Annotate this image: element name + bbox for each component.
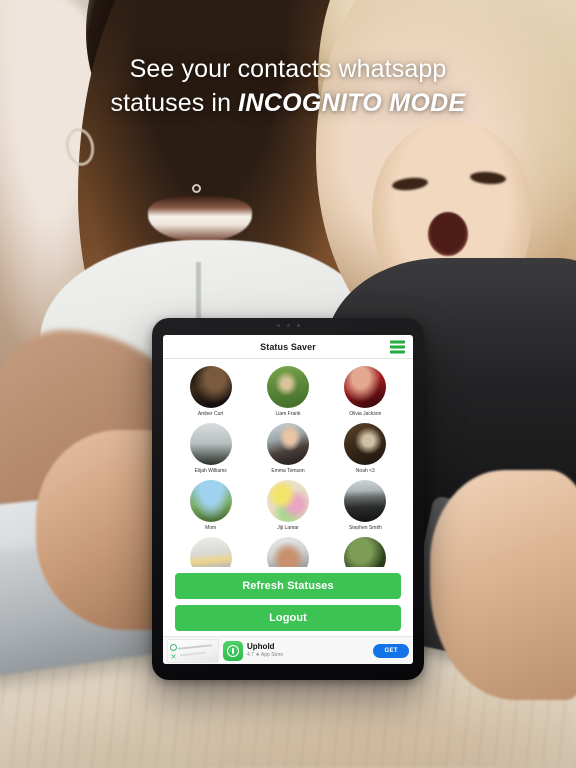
contact-item[interactable]: Emma Tomson	[254, 423, 321, 475]
uphold-app-icon	[223, 640, 243, 661]
tablet-device: Status Saver Amber Curt Liam Frank Olivi…	[152, 318, 424, 680]
ad-get-button[interactable]: GET	[373, 643, 409, 658]
action-buttons: Refresh Statuses Logout	[163, 567, 413, 636]
chart-circle-icon	[170, 643, 177, 651]
contact-avatar	[266, 537, 309, 567]
contact-avatar	[344, 480, 387, 522]
marketing-headline: See your contacts whatsapp statuses in I…	[0, 52, 576, 120]
hamburger-bar	[390, 345, 405, 348]
contact-avatar	[266, 366, 309, 408]
contact-name: Amber Curt	[197, 411, 224, 417]
contact-item[interactable]	[254, 537, 321, 567]
sensor-dot	[286, 324, 290, 327]
contact-item[interactable]	[177, 537, 244, 567]
contact-name: Olivia Jackson	[349, 411, 382, 417]
chart-line	[179, 651, 207, 656]
contacts-grid: Amber Curt Liam Frank Olivia Jackson Eli…	[177, 366, 399, 567]
contact-name: Liam Frank	[275, 411, 301, 417]
contact-avatar	[266, 423, 309, 465]
hamburger-menu-icon[interactable]	[390, 340, 405, 353]
contact-avatar	[266, 480, 309, 522]
contact-avatar	[344, 537, 387, 567]
app-title: Status Saver	[260, 341, 316, 352]
headline-line-1: See your contacts whatsapp	[129, 55, 447, 83]
hamburger-bar	[390, 350, 405, 353]
contact-avatar	[189, 480, 232, 522]
contacts-list[interactable]: Amber Curt Liam Frank Olivia Jackson Eli…	[163, 359, 413, 567]
refresh-statuses-button[interactable]: Refresh Statuses	[175, 573, 401, 599]
app-store-ad-banner[interactable]: ✕ Uphold 4.7 ★ App Store GET	[163, 636, 413, 664]
ad-app-rating: 4.7 ★ App Store	[247, 651, 284, 658]
contact-name: Stephen Smith	[348, 525, 382, 531]
contact-avatar	[189, 366, 232, 408]
ad-app-title: Uphold	[247, 642, 275, 652]
contact-name: Emma Tomson	[271, 468, 305, 474]
uphold-logo-glyph	[227, 644, 239, 657]
contact-avatar	[344, 423, 387, 465]
chart-x-icon: ✕	[170, 653, 177, 661]
contact-item[interactable]	[332, 537, 399, 567]
contact-name: Jiji Lamar	[277, 525, 299, 531]
contact-item[interactable]: Olivia Jackson	[332, 366, 399, 418]
contact-item[interactable]: Stephen Smith	[332, 480, 399, 532]
app-screen: Status Saver Amber Curt Liam Frank Olivi…	[163, 335, 413, 664]
contact-item[interactable]: Jiji Lamar	[254, 480, 321, 532]
headline-line-2-plain: statuses in	[110, 89, 239, 117]
nose-ring	[192, 184, 201, 193]
contact-avatar	[189, 537, 232, 567]
camera-lens-icon	[296, 324, 300, 327]
ad-text-block: Uphold 4.7 ★ App Store	[247, 642, 369, 658]
contact-item[interactable]: Mom	[177, 480, 244, 532]
logout-button[interactable]: Logout	[175, 605, 401, 631]
contact-item[interactable]: Amber Curt	[177, 366, 244, 418]
chart-line	[177, 643, 213, 650]
ad-screenshot-thumbnail: ✕	[167, 638, 219, 663]
contact-name: Elijah Williams	[194, 468, 227, 474]
headline-line-2-emphasis: INCOGNITO MODE	[238, 89, 466, 117]
hamburger-bar	[390, 340, 405, 343]
tablet-camera-row	[152, 324, 424, 327]
sensor-dot	[276, 324, 280, 327]
contact-name: Noah <3	[355, 468, 375, 474]
contact-avatar	[344, 366, 387, 408]
app-header: Status Saver	[163, 335, 413, 359]
contact-name: Mom	[205, 525, 217, 531]
contact-item[interactable]: Elijah Williams	[177, 423, 244, 475]
contact-avatar	[189, 423, 232, 465]
person-right-open-mouth	[428, 212, 468, 256]
contact-item[interactable]: Noah <3	[332, 423, 399, 475]
contact-item[interactable]: Liam Frank	[254, 366, 321, 418]
